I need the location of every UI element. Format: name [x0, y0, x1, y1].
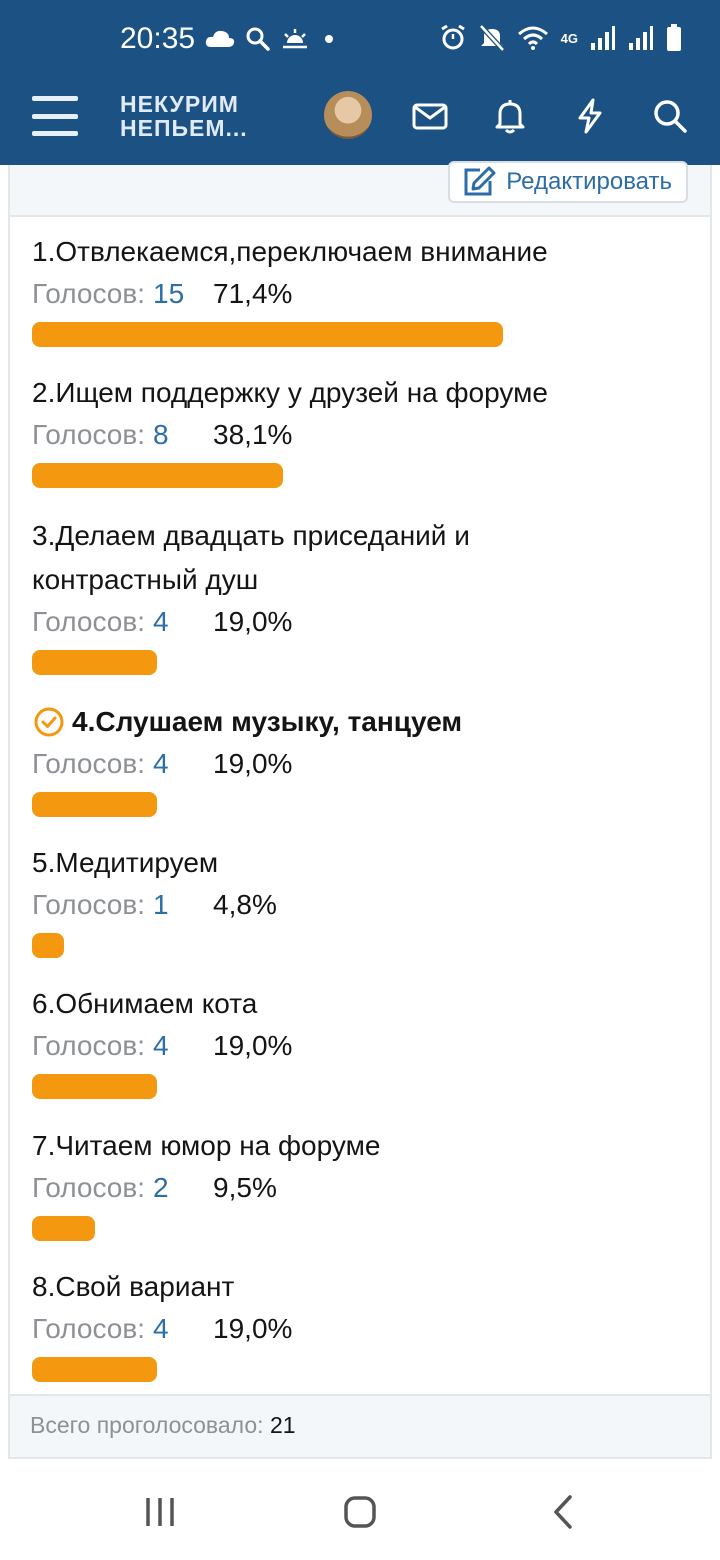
option-title-selected: 4.Слушаем музыку, танцуем [32, 700, 692, 744]
home-icon[interactable] [340, 1492, 380, 1532]
site-logo[interactable]: НЕКУРИМ НЕПЬЕМ... [120, 92, 248, 140]
status-right-icons: 4G [439, 24, 682, 52]
status-bar: 20:35 4G [0, 0, 720, 84]
votes-percent: 19,0% [213, 1313, 293, 1344]
option-votes: Голосов: 2 9,5% [32, 1168, 692, 1208]
votes-label: Голосов: [32, 889, 146, 920]
vote-bar [32, 1074, 157, 1099]
votes-label: Голосов: [32, 278, 146, 309]
wifi-icon [517, 26, 548, 50]
signal-icon [591, 26, 615, 50]
search-status-icon [246, 27, 270, 51]
option-votes: Голосов: 1 4,8% [32, 885, 692, 925]
option-votes: Голосов: 4 19,0% [32, 602, 692, 642]
vote-bar [32, 1216, 95, 1241]
votes-percent: 71,4% [213, 278, 293, 309]
option-title: 1.Отвлекаемся,переключаем внимание [32, 236, 548, 267]
votes-label: Голосов: [32, 419, 146, 450]
check-circle-icon [34, 707, 64, 737]
mute-icon [478, 24, 505, 52]
battery-icon [667, 24, 681, 51]
total-voters-label: Всего проголосовало: [30, 1412, 264, 1438]
votes-percent: 19,0% [213, 1030, 293, 1061]
signal-icon-2 [629, 26, 653, 50]
notification-dot-icon [325, 35, 333, 43]
votes-count[interactable]: 15 [153, 274, 193, 314]
poll-option-8: 8.Свой вариант Голосов: 4 19,0% [32, 1265, 692, 1382]
votes-label: Голосов: [32, 606, 146, 637]
edit-button-label: Редактировать [506, 168, 672, 195]
poll-header: Редактировать [10, 161, 710, 217]
hamburger-menu-icon[interactable] [32, 96, 78, 136]
poll-option-2: 2.Ищем поддержку у друзей на форуме Голо… [32, 371, 692, 488]
vote-bar [32, 650, 157, 675]
vote-bar [32, 463, 283, 488]
poll-option-5: 5.Медитируем Голосов: 1 4,8% [32, 841, 692, 958]
votes-percent: 4,8% [213, 889, 277, 920]
search-icon[interactable] [650, 96, 690, 136]
app-bar: НЕКУРИМ НЕПЬЕМ... [0, 84, 720, 165]
votes-label: Голосов: [32, 748, 146, 779]
option-title: 8.Свой вариант [32, 1271, 235, 1302]
votes-label: Голосов: [32, 1313, 146, 1344]
votes-percent: 19,0% [213, 748, 293, 779]
votes-count[interactable]: 4 [153, 1309, 193, 1349]
edit-button[interactable]: Редактировать [448, 161, 688, 203]
poll-option-4: 4.Слушаем музыку, танцуем Голосов: 4 19,… [32, 700, 692, 817]
vote-bar [32, 1357, 157, 1382]
poll-footer: Всего проголосовало: 21 [10, 1394, 710, 1457]
logo-line-1: НЕКУРИМ [120, 91, 239, 117]
total-voters: Всего проголосовало: 21 [30, 1412, 296, 1439]
bell-icon[interactable] [490, 96, 530, 136]
votes-label: Голосов: [32, 1030, 146, 1061]
vote-bar [32, 322, 503, 347]
option-votes: Голосов: 4 19,0% [32, 1309, 692, 1349]
votes-label: Голосов: [32, 1172, 146, 1203]
status-time: 20:35 [120, 22, 196, 55]
option-title: 3.Делаем двадцать приседаний и контрастн… [32, 520, 470, 595]
lightning-icon[interactable] [570, 96, 610, 136]
back-icon[interactable] [544, 1492, 584, 1532]
poll-option-7: 7.Читаем юмор на форуме Голосов: 2 9,5% [32, 1124, 692, 1241]
poll-results-panel: Редактировать 1.Отвлекаемся,переключаем … [8, 161, 712, 1459]
votes-count[interactable]: 1 [153, 885, 193, 925]
vote-bar [32, 792, 157, 817]
alarm-icon [440, 24, 465, 50]
system-nav-bar [0, 1462, 720, 1560]
network-type: 4G [560, 30, 578, 46]
option-votes: Голосов: 15 71,4% [32, 274, 692, 314]
status-left-icons [205, 26, 339, 52]
votes-count[interactable]: 8 [153, 415, 193, 455]
option-title: 6.Обнимаем кота [32, 988, 258, 1019]
option-votes: Голосов: 4 19,0% [32, 1026, 692, 1066]
cloud-icon [205, 30, 235, 47]
option-title: 7.Читаем юмор на форуме [32, 1130, 381, 1161]
option-votes: Голосов: 4 19,0% [32, 744, 692, 784]
votes-count[interactable]: 4 [153, 602, 193, 642]
top-bar: 20:35 4G НЕКУРИМ НЕПЬЕМ... [0, 0, 720, 165]
poll-option-1: 1.Отвлекаемся,переключаем внимание Голос… [32, 230, 692, 347]
votes-count[interactable]: 2 [153, 1168, 193, 1208]
poll-option-3: 3.Делаем двадцать приседаний и контрастн… [32, 514, 692, 675]
recent-apps-icon[interactable] [140, 1492, 180, 1532]
option-title: 4.Слушаем музыку, танцуем [72, 706, 463, 737]
votes-percent: 38,1% [213, 419, 293, 450]
option-votes: Голосов: 8 38,1% [32, 415, 692, 455]
votes-count[interactable]: 4 [153, 1026, 193, 1066]
option-title: 2.Ищем поддержку у друзей на форуме [32, 377, 548, 408]
total-voters-count: 21 [269, 1412, 296, 1438]
logo-line-2: НЕПЬЕМ... [120, 115, 248, 141]
votes-percent: 19,0% [213, 606, 293, 637]
envelope-icon[interactable] [410, 96, 450, 136]
option-title: 5.Медитируем [32, 847, 219, 878]
votes-percent: 9,5% [213, 1172, 277, 1203]
edit-icon [464, 166, 496, 196]
vote-bar [32, 933, 64, 958]
sunrise-icon [283, 29, 307, 49]
votes-count[interactable]: 4 [153, 744, 193, 784]
poll-option-6: 6.Обнимаем кота Голосов: 4 19,0% [32, 982, 692, 1099]
avatar[interactable] [324, 91, 372, 139]
